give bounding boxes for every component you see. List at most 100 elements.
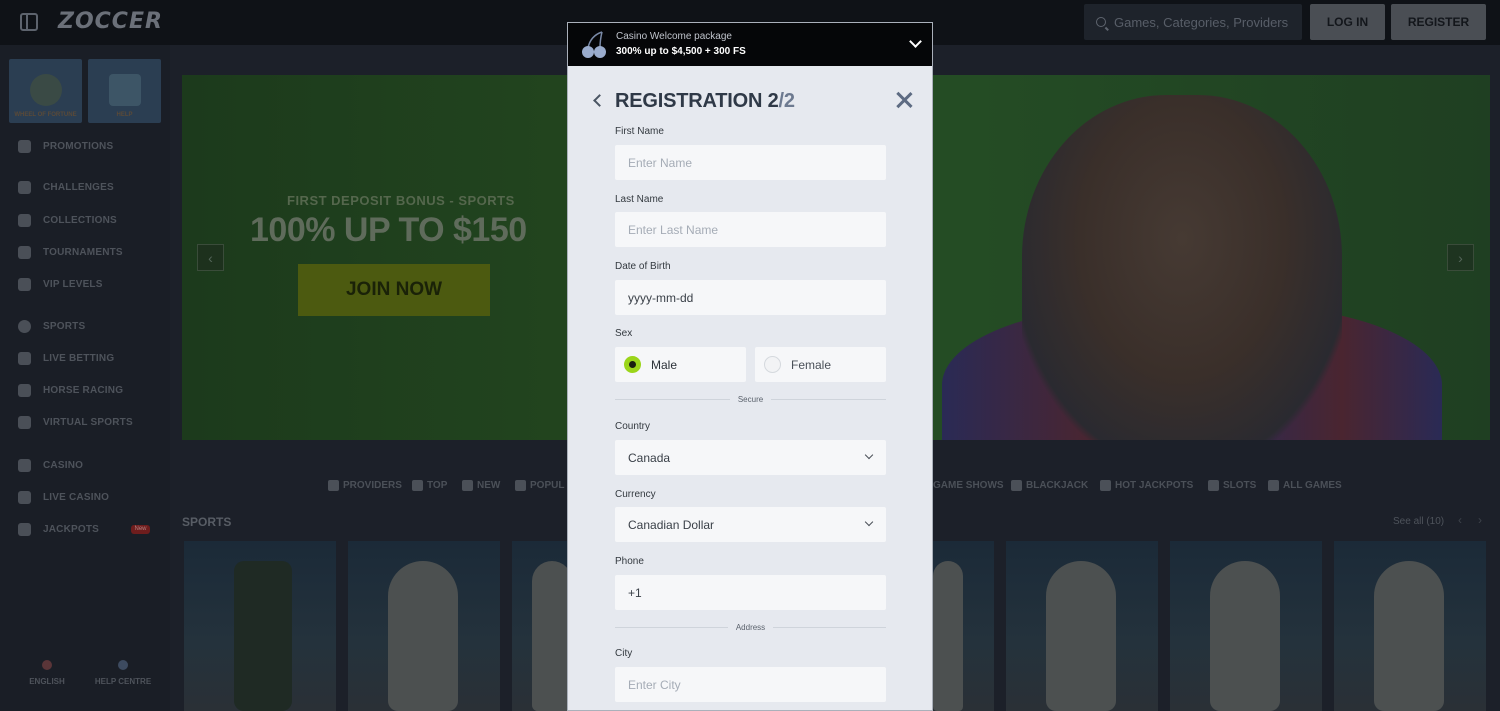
sports-card[interactable] <box>933 541 994 711</box>
section-prev-arrow-icon[interactable]: ‹ <box>1458 513 1462 527</box>
sidebar-item-sports[interactable]: SPORTS <box>18 320 85 333</box>
collection-icon <box>18 214 31 227</box>
country-select[interactable]: Canada <box>615 440 886 475</box>
virtual-icon <box>18 416 31 429</box>
sidebar-item-horse-racing[interactable]: HORSE RACING <box>18 384 123 397</box>
login-button[interactable]: LOG IN <box>1310 4 1385 40</box>
register-button[interactable]: REGISTER <box>1391 4 1486 40</box>
sidebar-item-label: CHALLENGES <box>43 182 114 193</box>
city-field[interactable]: Enter City <box>615 667 886 702</box>
blackjack-icon <box>1011 480 1022 491</box>
sidebar-item-promotions[interactable]: PROMOTIONS <box>18 140 113 153</box>
all-games-icon <box>1268 480 1279 491</box>
sex-female-radio[interactable]: Female <box>755 347 886 382</box>
section-next-arrow-icon[interactable]: › <box>1478 513 1482 527</box>
close-icon[interactable] <box>895 91 913 109</box>
sidebar-item-casino[interactable]: CASINO <box>18 459 83 472</box>
player-image <box>532 561 567 711</box>
chevron-down-icon[interactable] <box>909 35 922 48</box>
country-value: Canada <box>628 450 671 465</box>
hero-prev-arrow-icon[interactable]: ‹ <box>197 244 224 271</box>
phone-image <box>234 561 292 711</box>
sidebar-item-vip-levels[interactable]: VIP LEVELS <box>18 278 103 291</box>
phone-field[interactable]: +1 <box>615 575 886 610</box>
category-top[interactable]: TOP <box>412 480 447 491</box>
sidebar-item-challenges[interactable]: CHALLENGES <box>18 181 114 194</box>
phone-label: Phone <box>615 556 644 567</box>
dob-field[interactable]: yyyy-mm-dd <box>615 280 886 315</box>
back-arrow-icon[interactable] <box>593 94 606 107</box>
city-label: City <box>615 648 633 659</box>
providers-icon <box>328 480 339 491</box>
join-now-button[interactable]: JOIN NOW <box>298 264 490 316</box>
first-name-field[interactable]: Enter Name <box>615 145 886 180</box>
slots-icon <box>1208 480 1219 491</box>
hero-kicker: FIRST DEPOSIT BONUS - SPORTS <box>287 193 515 208</box>
wheel-icon <box>29 74 62 106</box>
sidebar-item-live-casino[interactable]: LIVE CASINO <box>18 491 109 504</box>
first-name-label: First Name <box>615 126 664 137</box>
currency-label: Currency <box>615 489 656 500</box>
ball-icon <box>18 320 31 333</box>
registration-modal: Casino Welcome package 300% up to $4,500… <box>567 22 933 711</box>
horseshoe-icon <box>18 523 31 536</box>
category-all-games[interactable]: ALL GAMES <box>1268 480 1342 491</box>
sidebar-toggle-icon[interactable] <box>20 13 38 31</box>
help-centre-link[interactable]: HELP CENTRE <box>93 660 153 686</box>
wheel-of-fortune-tile[interactable]: WHEEL OF FORTUNE <box>9 59 82 123</box>
category-label: NEW <box>477 480 501 491</box>
sex-male-radio[interactable]: Male <box>615 347 746 382</box>
shield-icon <box>18 278 31 291</box>
player-image <box>1046 561 1116 711</box>
fire-icon <box>515 480 526 491</box>
sports-section-title: SPORTS <box>182 515 232 529</box>
search-icon <box>1096 17 1106 27</box>
chevron-down-icon <box>864 450 874 460</box>
sports-card[interactable] <box>1334 541 1486 711</box>
sports-card[interactable] <box>512 541 567 711</box>
sidebar-item-tournaments[interactable]: TOURNAMENTS <box>18 246 123 259</box>
category-label: GAME SHOWS <box>933 480 1004 491</box>
see-all-link[interactable]: See all (10) <box>1393 516 1444 527</box>
crown-icon <box>412 480 423 491</box>
address-divider: Address <box>615 623 886 632</box>
sports-card[interactable] <box>348 541 500 711</box>
currency-select[interactable]: Canadian Dollar <box>615 507 886 542</box>
search-input[interactable]: Games, Categories, Providers <box>1084 4 1302 40</box>
player-image <box>1374 561 1444 711</box>
registration-step-total: /2 <box>778 90 795 112</box>
hero-title: 100% UP TO $150 <box>250 211 527 249</box>
sidebar-item-label: SPORTS <box>43 321 86 332</box>
tile-label: WHEEL OF FORTUNE <box>14 112 77 118</box>
lightning-icon <box>462 480 473 491</box>
category-slots[interactable]: SLOTS <box>1208 480 1256 491</box>
site-logo[interactable]: ZOCCER <box>58 9 163 34</box>
sidebar-item-label: JACKPOTS <box>43 524 100 535</box>
category-popular[interactable]: POPUL <box>515 480 564 491</box>
sidebar-item-label: LIVE BETTING <box>43 353 115 364</box>
country-label: Country <box>615 421 651 432</box>
hero-player-face <box>1022 95 1342 440</box>
category-blackjack[interactable]: BLACKJACK <box>1011 480 1088 491</box>
registration-title-text: REGISTRATION 2 <box>615 90 779 112</box>
category-providers[interactable]: PROVIDERS <box>328 480 402 491</box>
language-selector[interactable]: ENGLISH <box>17 660 77 686</box>
currency-value: Canadian Dollar <box>628 517 715 532</box>
sidebar-item-collections[interactable]: COLLECTIONS <box>18 214 117 227</box>
horse-icon <box>18 384 31 397</box>
category-hot-jackpots[interactable]: HOT JACKPOTS <box>1100 480 1193 491</box>
flag-icon <box>42 660 52 670</box>
sidebar-item-virtual-sports[interactable]: VIRTUAL SPORTS <box>18 416 133 429</box>
sports-card[interactable] <box>184 541 336 711</box>
category-label: HOT JACKPOTS <box>1115 480 1194 491</box>
promo-banner[interactable]: Casino Welcome package 300% up to $4,500… <box>568 23 932 66</box>
sports-card[interactable] <box>1170 541 1322 711</box>
hero-next-arrow-icon[interactable]: › <box>1447 244 1474 271</box>
help-centre-label: HELP CENTRE <box>94 677 152 686</box>
sports-card[interactable] <box>1006 541 1158 711</box>
sidebar-item-jackpots[interactable]: JACKPOTS <box>18 523 99 536</box>
category-new[interactable]: NEW <box>462 480 500 491</box>
last-name-field[interactable]: Enter Last Name <box>615 212 886 247</box>
help-tile[interactable]: HELP <box>88 59 161 123</box>
sidebar-item-live-betting[interactable]: LIVE BETTING <box>18 352 114 365</box>
